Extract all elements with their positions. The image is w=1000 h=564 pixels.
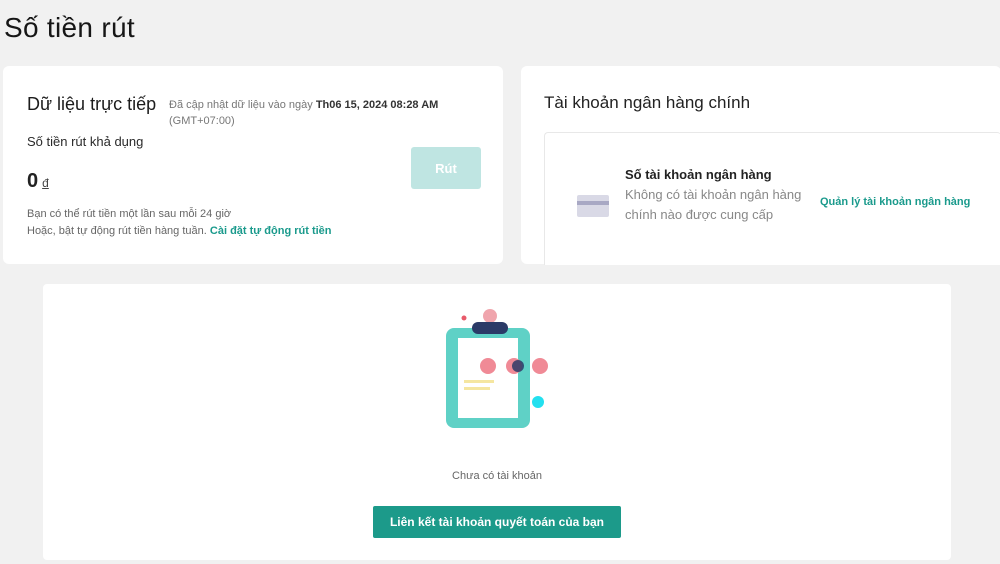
amount-value: 0 <box>27 170 39 192</box>
clipboard-illustration-icon <box>446 309 548 428</box>
updated-timestamp: Đã cập nhật dữ liệu vào ngày Th06 15, 20… <box>169 97 489 129</box>
empty-state-card: Chưa có tài khoản Liên kết tài khoản quy… <box>43 284 951 560</box>
withdraw-note: Bạn có thể rút tiền một lần sau mỗi 24 g… <box>27 206 332 240</box>
withdraw-note-line2: Hoặc, bật tự động rút tiền hàng tuần. Cà… <box>27 223 332 240</box>
updated-timezone: (GMT+07:00) <box>169 115 235 127</box>
bank-card-icon-stripe <box>577 201 609 205</box>
bank-account-number-title: Số tài khoản ngân hàng <box>625 167 772 182</box>
auto-withdraw-settings-link[interactable]: Cài đặt tự động rút tiền <box>210 225 332 237</box>
updated-datetime: Th06 15, 2024 08:28 AM <box>315 99 439 111</box>
link-settlement-account-button[interactable]: Liên kết tài khoản quyết toán của bạn <box>373 506 621 538</box>
bank-account-box: Số tài khoản ngân hàng Không có tài khoả… <box>544 132 1000 265</box>
available-balance-label: Số tiền rút khả dụng <box>27 134 144 149</box>
live-data-title: Dữ liệu trực tiếp <box>27 94 157 114</box>
bank-card-icon <box>577 195 609 217</box>
available-amount: 0đ <box>27 170 49 193</box>
bank-card-title: Tài khoản ngân hàng chính <box>544 93 751 112</box>
currency-symbol: đ <box>42 176 49 190</box>
updated-prefix: Đã cập nhật dữ liệu vào ngày <box>169 99 313 111</box>
empty-state-message: Chưa có tài khoản <box>452 470 542 482</box>
bank-account-card: Tài khoản ngân hàng chính Số tài khoản n… <box>521 66 1000 265</box>
live-data-card: Dữ liệu trực tiếp Đã cập nhật dữ liệu và… <box>3 66 503 264</box>
withdraw-note-line1: Bạn có thể rút tiền một lần sau mỗi 24 g… <box>27 208 232 220</box>
withdraw-note-line2-text: Hoặc, bật tự động rút tiền hàng tuần. <box>27 225 207 237</box>
bank-account-description: Không có tài khoản ngân hàng chính nào đ… <box>625 187 802 222</box>
page-title: Số tiền rút <box>4 12 135 43</box>
manage-bank-accounts-link[interactable]: Quản lý tài khoản ngân hàng <box>820 196 970 208</box>
withdraw-button[interactable]: Rút <box>411 147 481 189</box>
